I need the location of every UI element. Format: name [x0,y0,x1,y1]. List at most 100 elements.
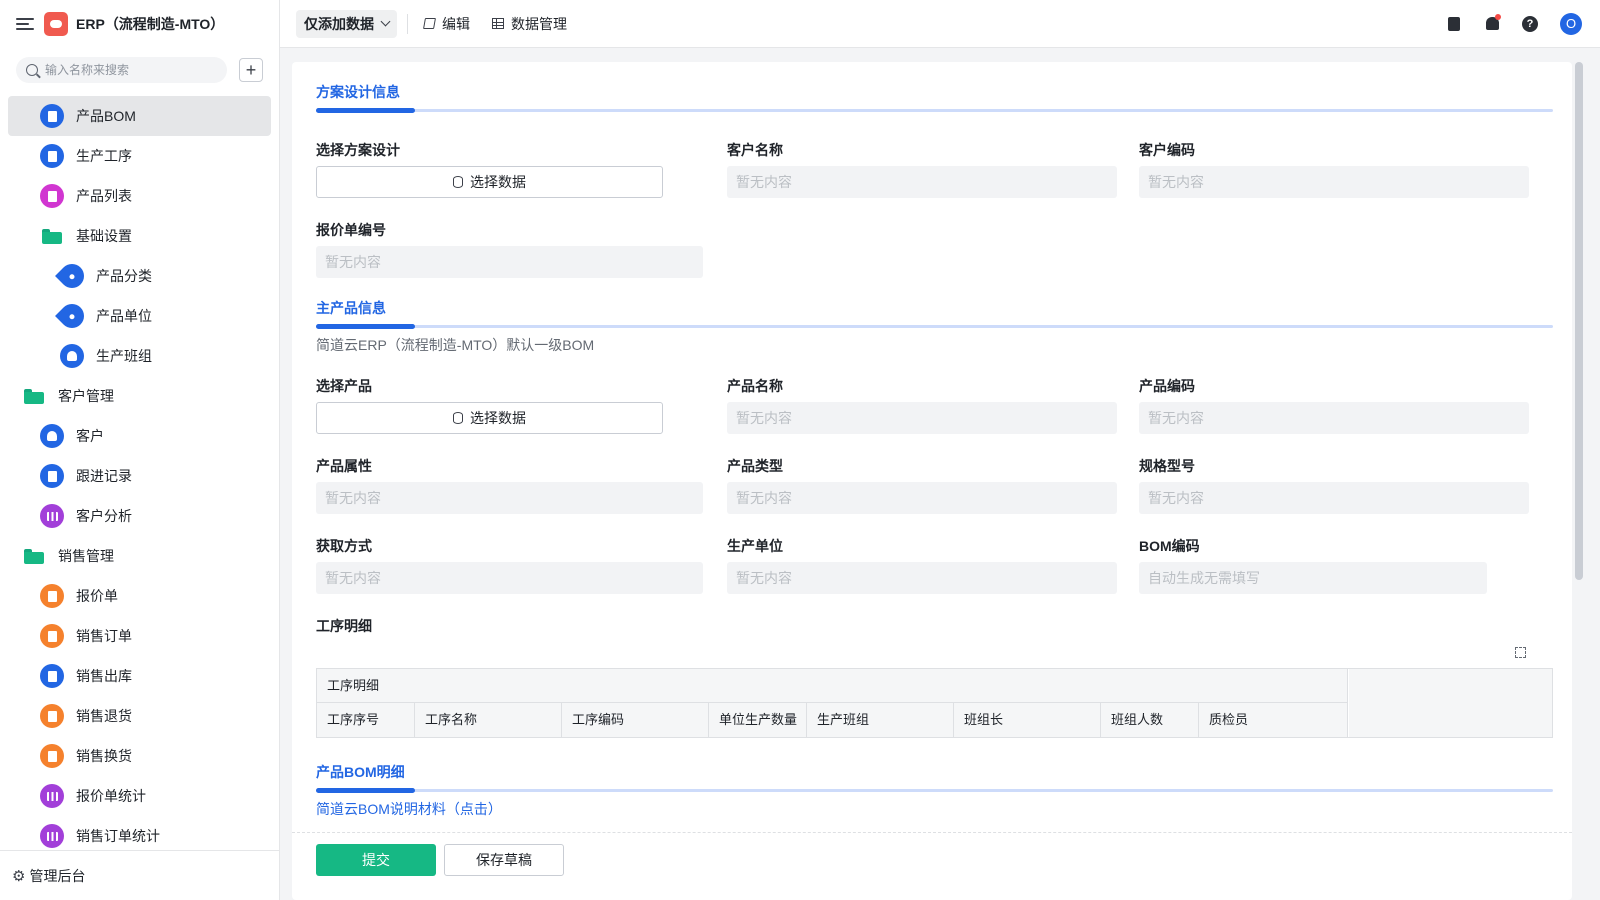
field-label: 选择方案设计 [316,142,400,158]
field-label: 客户名称 [727,142,783,158]
book-icon[interactable] [1446,16,1462,32]
field-production-unit: 生产单位 暂无内容 [727,536,1117,594]
product-attr-input[interactable]: 暂无内容 [316,482,703,514]
customer-code-input[interactable]: 暂无内容 [1139,166,1529,198]
sidebar-item-label: 销售出库 [76,668,132,684]
folder-icon [42,228,62,244]
app-logo [44,12,68,36]
data-manage-button[interactable]: 数据管理 [492,14,567,34]
field-bom-code: BOM编码 自动生成无需填写 [1139,536,1487,594]
chevron-down-icon [380,16,391,27]
field-label: 规格型号 [1139,458,1195,474]
sidebar-item[interactable]: 销售退货 [8,696,271,736]
expand-fullscreen-icon[interactable] [1515,647,1526,658]
sidebar-item[interactable]: 产品单位 [8,296,271,336]
bom-code-input[interactable]: 自动生成无需填写 [1139,562,1487,594]
form-action-bar: 提交 保存草稿 [292,832,1572,886]
table-column-header: 质检员 [1199,703,1348,737]
document-icon [40,664,64,688]
sidebar-search-row: + [0,48,279,92]
field-customer-name: 客户名称 暂无内容 [727,140,1117,198]
table-column-header: 班组长 [954,703,1101,737]
sidebar-item[interactable]: 跟进记录 [8,456,271,496]
help-icon[interactable]: ? [1522,15,1538,32]
mode-dropdown-label: 仅添加数据 [304,15,374,32]
select-data-label: 选择数据 [470,174,526,190]
sidebar-item[interactable]: 生产工序 [8,136,271,176]
avatar[interactable]: O [1560,12,1582,35]
product-type-input[interactable]: 暂无内容 [727,482,1117,514]
field-label: BOM编码 [1139,538,1200,554]
chart-icon [40,504,64,528]
section-product-bom: 产品BOM明细 简道云BOM说明材料（点击） [316,762,1553,819]
sidebar-item-label: 客户管理 [58,388,114,404]
toolbar-divider [407,13,408,34]
sidebar-item[interactable]: 销售管理 [8,536,271,576]
sidebar-item-label: 产品列表 [76,188,132,204]
sidebar-item[interactable]: 报价单 [8,576,271,616]
sidebar-item[interactable]: 客户分析 [8,496,271,536]
production-unit-input[interactable]: 暂无内容 [727,562,1117,594]
select-product-button[interactable]: 选择数据 [316,402,663,434]
product-name-input[interactable]: 暂无内容 [727,402,1117,434]
sidebar-item-label: 销售换货 [76,748,132,764]
customer-name-input[interactable]: 暂无内容 [727,166,1117,198]
mode-dropdown[interactable]: 仅添加数据 [296,9,397,38]
admin-backend-link[interactable]: ⚙ 管理后台 [0,850,279,900]
menu-toggle-icon[interactable] [16,18,34,30]
sidebar-item[interactable]: 客户管理 [8,376,271,416]
sidebar-item-label: 产品BOM [76,108,136,124]
section-underline [316,788,1553,793]
gear-icon: ⚙ [12,867,26,885]
submit-button[interactable]: 提交 [316,843,436,876]
pencil-icon [423,18,436,29]
toolbar-right: ? O [1446,12,1600,35]
section-description: 简道云ERP（流程制造-MTO）默认一级BOM [316,337,595,353]
sidebar-item[interactable]: 产品列表 [8,176,271,216]
list-icon [40,184,64,208]
table-icon [492,18,504,29]
sidebar-item-label: 跟进记录 [76,468,132,484]
add-item-button[interactable]: + [239,58,263,82]
data-manage-label: 数据管理 [511,15,567,32]
sidebar-item[interactable]: 产品BOM [8,96,271,136]
tag-icon [55,299,89,333]
sidebar-item[interactable]: 生产班组 [8,336,271,376]
select-scheme-button[interactable]: 选择数据 [316,166,663,198]
bom-docs-link[interactable]: 简道云BOM说明材料（点击） [316,799,1553,819]
spec-model-input[interactable]: 暂无内容 [1139,482,1529,514]
sidebar-item-label: 销售退货 [76,708,132,724]
search-box[interactable] [16,57,227,83]
sidebar-item-label: 产品分类 [96,268,152,284]
sidebar-item-label: 生产班组 [96,348,152,364]
sidebar-item-label: 销售订单统计 [76,828,160,844]
tag-icon [55,259,89,293]
field-select-scheme: 选择方案设计 选择数据 [316,140,663,198]
database-icon [453,412,463,424]
admin-backend-label: 管理后台 [29,867,86,884]
sidebar-item[interactable]: 基础设置 [8,216,271,256]
field-label: 生产单位 [727,538,783,554]
field-label: 选择产品 [316,378,372,394]
table-action-column [1349,669,1552,737]
notification-bell-icon[interactable] [1484,13,1501,32]
form-scrollbar[interactable] [1575,62,1583,580]
field-label: 获取方式 [316,538,372,554]
product-code-input[interactable]: 暂无内容 [1139,402,1529,434]
quote-no-input[interactable]: 暂无内容 [316,246,703,278]
sidebar-item[interactable]: 报价单统计 [8,776,271,816]
document-icon [40,144,64,168]
search-input[interactable] [45,63,215,77]
save-draft-button[interactable]: 保存草稿 [444,843,564,876]
sidebar-item[interactable]: 产品分类 [8,256,271,296]
field-label: 产品编码 [1139,378,1195,394]
acquire-method-input[interactable]: 暂无内容 [316,562,703,594]
sidebar-item[interactable]: 销售订单 [8,616,271,656]
field-label: 客户编码 [1139,142,1195,158]
form-card: 方案设计信息 选择方案设计 选择数据 客户名称 暂无内容 客户编码 暂无内容 报… [292,62,1572,900]
sidebar-item[interactable]: 客户 [8,416,271,456]
sidebar-item[interactable]: 销售换货 [8,736,271,776]
sidebar-nav: 产品BOM 生产工序产品列表基础设置产品分类产品单位生产班组客户管理客户跟进记录客… [0,92,279,856]
sidebar-item[interactable]: 销售出库 [8,656,271,696]
edit-button[interactable]: 编辑 [423,14,470,34]
